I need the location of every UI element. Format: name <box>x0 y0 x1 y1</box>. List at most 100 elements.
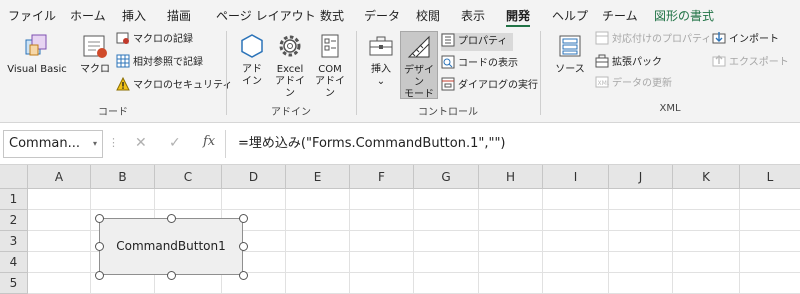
macro-security-button[interactable]: マクロのセキュリティ <box>116 77 232 95</box>
more-options-icon: ⋮ <box>108 136 119 149</box>
column-header[interactable]: D <box>222 165 286 189</box>
group-label-addins: アドイン <box>271 107 311 118</box>
tab-data[interactable]: データ <box>364 7 400 24</box>
resize-handle[interactable] <box>95 242 104 251</box>
column-header[interactable]: C <box>155 165 222 189</box>
tab-file[interactable]: ファイル <box>8 7 56 24</box>
addins-button[interactable]: アド イン <box>234 31 270 88</box>
column-header[interactable]: A <box>28 165 91 189</box>
gridline <box>349 189 350 294</box>
resize-handle[interactable] <box>239 242 248 251</box>
column-header[interactable]: E <box>286 165 350 189</box>
tab-draw[interactable]: 描画 <box>167 7 191 24</box>
view-code-icon <box>441 55 455 69</box>
map-properties-icon <box>595 31 609 45</box>
tab-review[interactable]: 校閲 <box>416 7 440 24</box>
column-header[interactable]: K <box>673 165 740 189</box>
column-header[interactable]: F <box>350 165 414 189</box>
visual-basic-icon <box>25 34 47 56</box>
gridline <box>90 189 91 294</box>
expansion-packs-button[interactable]: 拡張パック <box>595 54 662 72</box>
tab-developer[interactable]: 開発 <box>506 7 531 28</box>
tab-help[interactable]: ヘルプ <box>552 7 588 24</box>
macro-icon <box>83 35 107 58</box>
tab-formulas[interactable]: 数式 <box>320 7 344 24</box>
group-label-code: コード <box>98 107 128 118</box>
tab-home[interactable]: ホーム <box>70 7 106 24</box>
map-properties-button[interactable]: 対応付けのプロパティ <box>595 31 711 49</box>
row-header[interactable]: 4 <box>0 252 28 273</box>
run-dialog-button[interactable]: ダイアログの実行 <box>441 77 538 95</box>
insert-control-button[interactable]: 挿入 ⌄ <box>364 31 398 88</box>
gridline <box>28 209 800 210</box>
select-all-button[interactable] <box>0 165 28 189</box>
gear-icon <box>279 35 301 57</box>
gridline <box>739 189 740 294</box>
expansion-pack-icon <box>595 54 609 68</box>
name-box[interactable]: Comman... ▾ <box>3 130 103 158</box>
command-button[interactable]: CommandButton1 <box>99 218 243 275</box>
enter-icon[interactable]: ✓ <box>169 135 181 151</box>
resize-handle[interactable] <box>239 271 248 280</box>
column-header[interactable]: G <box>414 165 479 189</box>
group-label-controls: コントロール <box>418 107 478 118</box>
run-dialog-icon <box>441 77 455 91</box>
record-macro-button[interactable]: マクロの記録 <box>116 31 193 49</box>
import-icon <box>712 32 726 44</box>
com-addins-button[interactable]: COM アドイン <box>311 31 349 100</box>
gridline <box>608 189 609 294</box>
column-header[interactable]: L <box>740 165 800 189</box>
ribbon: Visual Basic マクロ マクロの記録 相対参照で記録 マクロのセキュリ… <box>0 27 800 123</box>
warning-icon <box>116 77 130 91</box>
view-code-button[interactable]: コードの表示 <box>441 55 518 73</box>
row-header[interactable]: 2 <box>0 210 28 231</box>
group-label-xml: XML <box>659 103 681 114</box>
resize-handle[interactable] <box>167 271 176 280</box>
gridline <box>542 189 543 294</box>
resize-handle[interactable] <box>167 214 176 223</box>
chevron-down-icon[interactable]: ▾ <box>93 131 97 157</box>
macro-label: マクロ <box>80 64 110 75</box>
row-header[interactable]: 1 <box>0 189 28 210</box>
row-header[interactable]: 5 <box>0 273 28 294</box>
tab-view[interactable]: 表示 <box>461 7 485 24</box>
resize-handle[interactable] <box>95 214 104 223</box>
worksheet-grid[interactable]: A B C D E F G H I J K L 1 2 3 4 5 Comman… <box>0 165 800 294</box>
xml-source-button[interactable]: ソース <box>552 31 588 76</box>
visual-basic-button[interactable]: Visual Basic <box>6 31 68 76</box>
resize-handle[interactable] <box>239 214 248 223</box>
column-header[interactable]: I <box>543 165 609 189</box>
tab-insert[interactable]: 挿入 <box>122 7 146 24</box>
macro-button[interactable]: マクロ <box>76 31 114 76</box>
xml-export-button[interactable]: エクスポート <box>712 54 789 72</box>
record-macro-icon <box>116 32 129 44</box>
tab-page-layout[interactable]: ページ レイアウト <box>216 7 316 24</box>
gridline <box>672 189 673 294</box>
properties-icon <box>441 33 455 47</box>
formula-input[interactable]: =埋め込み("Forms.CommandButton.1","") <box>225 130 798 158</box>
export-icon <box>712 55 726 67</box>
column-header[interactable]: J <box>609 165 673 189</box>
tab-team[interactable]: チーム <box>602 7 638 24</box>
column-header[interactable]: H <box>479 165 543 189</box>
xml-import-button[interactable]: インポート <box>712 31 779 49</box>
refresh-data-icon: XML <box>595 76 609 88</box>
relative-reference-icon <box>116 54 130 68</box>
row-header[interactable]: 3 <box>0 231 28 252</box>
refresh-data-button[interactable]: XML データの更新 <box>595 75 672 93</box>
com-addin-icon <box>321 34 339 58</box>
column-header[interactable]: B <box>91 165 155 189</box>
design-mode-toggle[interactable]: デザイン モード <box>400 31 438 100</box>
properties-button[interactable]: プロパティ <box>441 33 514 51</box>
chevron-down-icon: ⌄ <box>376 76 386 87</box>
excel-addins-button[interactable]: Excel アドイン <box>271 31 309 100</box>
insert-function-button[interactable]: fx <box>203 134 215 149</box>
resize-handle[interactable] <box>95 271 104 280</box>
cancel-icon[interactable]: ✕ <box>135 135 147 151</box>
relative-reference-button[interactable]: 相対参照で記録 <box>116 54 203 72</box>
gridline <box>478 189 479 294</box>
formula-bar: Comman... ▾ ⋮ ✕ ✓ fx =埋め込み("Forms.Comman… <box>0 123 800 165</box>
xml-source-icon <box>559 35 581 57</box>
ribbon-tab-bar: ファイル ホーム 挿入 描画 ページ レイアウト 数式 データ 校閲 表示 開発… <box>0 0 800 28</box>
tab-shape-format[interactable]: 図形の書式 <box>654 7 714 24</box>
